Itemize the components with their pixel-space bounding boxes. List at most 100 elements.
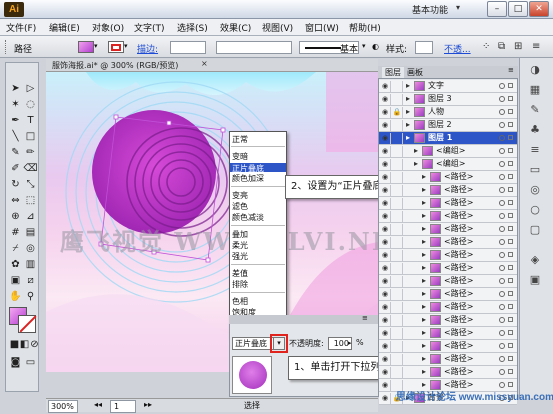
lock-toggle[interactable] — [392, 159, 403, 170]
stroke-panel-icon[interactable]: ≡ — [527, 142, 543, 158]
blend-lighten[interactable]: 变亮 — [232, 190, 248, 201]
layer-row[interactable]: ◉ ▸ <路径> — [379, 249, 517, 262]
lock-icon[interactable]: 🔒 — [392, 107, 403, 118]
lock-toggle[interactable] — [392, 211, 403, 222]
selection-indicator[interactable] — [508, 213, 513, 218]
menu-view[interactable]: 视图(V) — [262, 21, 293, 34]
blend-difference[interactable]: 差值 — [232, 268, 248, 279]
selection-indicator[interactable] — [508, 122, 513, 127]
align-icon[interactable]: ⧉ — [498, 41, 505, 52]
stroke-weight-field[interactable] — [170, 41, 206, 54]
target-icon[interactable] — [499, 109, 505, 115]
target-icon[interactable] — [499, 148, 505, 154]
visibility-eye-icon[interactable]: ◉ — [380, 302, 391, 313]
menu-window[interactable]: 窗口(W) — [305, 21, 339, 34]
blend-screen[interactable]: 滤色 — [232, 201, 248, 212]
eyedropper-icon[interactable]: ⌿ — [8, 241, 23, 256]
menu-select[interactable]: 选择(S) — [177, 21, 208, 34]
selection-indicator[interactable] — [508, 278, 513, 283]
panel-menu-icon[interactable]: ≡ — [362, 314, 368, 322]
expand-toggle-icon[interactable]: ▸ — [406, 119, 410, 131]
visibility-eye-icon[interactable]: ◉ — [380, 393, 391, 404]
expand-toggle-icon[interactable]: ▸ — [422, 353, 426, 365]
selection-indicator[interactable] — [508, 174, 513, 179]
target-icon[interactable] — [499, 187, 505, 193]
lock-toggle[interactable] — [392, 315, 403, 326]
column-graph-icon[interactable]: ▥ — [23, 257, 38, 272]
visibility-eye-icon[interactable]: ◉ — [380, 185, 391, 196]
paintbrush-icon[interactable]: ✎ — [8, 145, 23, 160]
layer-row[interactable]: ◉ ▸ 图层 2 — [379, 119, 517, 132]
blend-exclusion[interactable]: 排除 — [232, 279, 248, 290]
layer-row[interactable]: ◉ ▸ <路径> — [379, 327, 517, 340]
visibility-eye-icon[interactable]: ◉ — [380, 328, 391, 339]
visibility-eye-icon[interactable]: ◉ — [380, 263, 391, 274]
fill-swatch[interactable] — [78, 41, 94, 53]
chevron-down-icon[interactable]: ▾ — [456, 3, 460, 12]
zoom-field[interactable]: 300% — [48, 400, 78, 413]
lasso-icon[interactable]: ◌ — [23, 97, 38, 112]
layer-row[interactable]: ◉ ▸ <路径> — [379, 301, 517, 314]
layer-row[interactable]: ◉ 🔒 ▸ 人物 — [379, 106, 517, 119]
pen-tool-icon[interactable]: ✒ — [8, 113, 23, 128]
target-icon[interactable] — [499, 96, 505, 102]
tab-artboards[interactable]: 画板 — [404, 67, 426, 78]
gradient-panel-icon[interactable]: ▭ — [527, 162, 543, 178]
expand-toggle-icon[interactable]: ▸ — [406, 132, 410, 144]
expand-toggle-icon[interactable]: ▸ — [422, 262, 426, 274]
lock-toggle[interactable] — [392, 224, 403, 235]
selection-indicator[interactable] — [508, 291, 513, 296]
magic-wand-icon[interactable]: ✶ — [8, 97, 23, 112]
expand-toggle-icon[interactable]: ▸ — [406, 80, 410, 92]
target-icon[interactable] — [499, 304, 505, 310]
panel-menu-icon[interactable]: ≡ — [532, 41, 540, 52]
target-icon[interactable] — [499, 343, 505, 349]
visibility-eye-icon[interactable]: ◉ — [380, 107, 391, 118]
expand-toggle-icon[interactable]: ▸ — [422, 223, 426, 235]
perspective-grid-icon[interactable]: ⊿ — [23, 209, 38, 224]
lock-toggle[interactable] — [392, 172, 403, 183]
first-page-icon[interactable]: ◂◂ — [94, 400, 102, 409]
line-tool-icon[interactable]: ╲ — [8, 129, 23, 144]
blend-mode-select[interactable]: 正片叠底 — [232, 337, 274, 350]
target-icon[interactable] — [499, 265, 505, 271]
menu-file[interactable]: 文件(F) — [6, 21, 36, 34]
visibility-eye-icon[interactable]: ◉ — [380, 94, 391, 105]
lock-toggle[interactable] — [392, 185, 403, 196]
chevron-right-icon[interactable]: ▸ — [348, 339, 352, 347]
blend-normal[interactable]: 正常 — [232, 134, 248, 145]
target-icon[interactable] — [499, 161, 505, 167]
layer-row[interactable]: ◉ ▸ <路径> — [379, 171, 517, 184]
target-icon[interactable] — [499, 135, 505, 141]
chevron-down-icon[interactable]: ▾ — [362, 42, 366, 50]
visibility-eye-icon[interactable]: ◉ — [380, 354, 391, 365]
visibility-eye-icon[interactable]: ◉ — [380, 380, 391, 391]
visibility-eye-icon[interactable]: ◉ — [380, 120, 391, 131]
selection-indicator[interactable] — [508, 369, 513, 374]
target-icon[interactable] — [499, 226, 505, 232]
visibility-eye-icon[interactable]: ◉ — [380, 250, 391, 261]
visibility-eye-icon[interactable]: ◉ — [380, 133, 391, 144]
lock-toggle[interactable] — [392, 94, 403, 105]
workspace-switcher[interactable]: 基本功能 — [412, 3, 448, 16]
artboards-panel-icon[interactable]: ▣ — [527, 272, 543, 288]
draw-normal-icon[interactable]: ◙ — [8, 355, 23, 370]
visibility-eye-icon[interactable]: ◉ — [380, 224, 391, 235]
lock-toggle[interactable] — [392, 133, 403, 144]
rectangle-tool-icon[interactable]: □ — [23, 129, 38, 144]
visibility-eye-icon[interactable]: ◉ — [380, 315, 391, 326]
selection-indicator[interactable] — [508, 109, 513, 114]
opacity-slider-icon[interactable]: ◐ — [372, 42, 379, 51]
graphic-style-swatch[interactable] — [415, 41, 433, 54]
expand-toggle-icon[interactable]: ▸ — [414, 158, 418, 170]
selection-indicator[interactable] — [508, 200, 513, 205]
blend-color-burn[interactable]: 颜色加深 — [232, 173, 264, 184]
menu-effect[interactable]: 效果(C) — [220, 21, 251, 34]
visibility-eye-icon[interactable]: ◉ — [380, 276, 391, 287]
lock-toggle[interactable] — [392, 367, 403, 378]
selection-indicator[interactable] — [508, 330, 513, 335]
layer-row[interactable]: ◉ ▸ 图层 1 — [379, 132, 517, 145]
target-icon[interactable] — [499, 174, 505, 180]
menu-type[interactable]: 文字(T) — [134, 21, 165, 34]
tab-layers[interactable]: 图层 — [382, 67, 404, 78]
